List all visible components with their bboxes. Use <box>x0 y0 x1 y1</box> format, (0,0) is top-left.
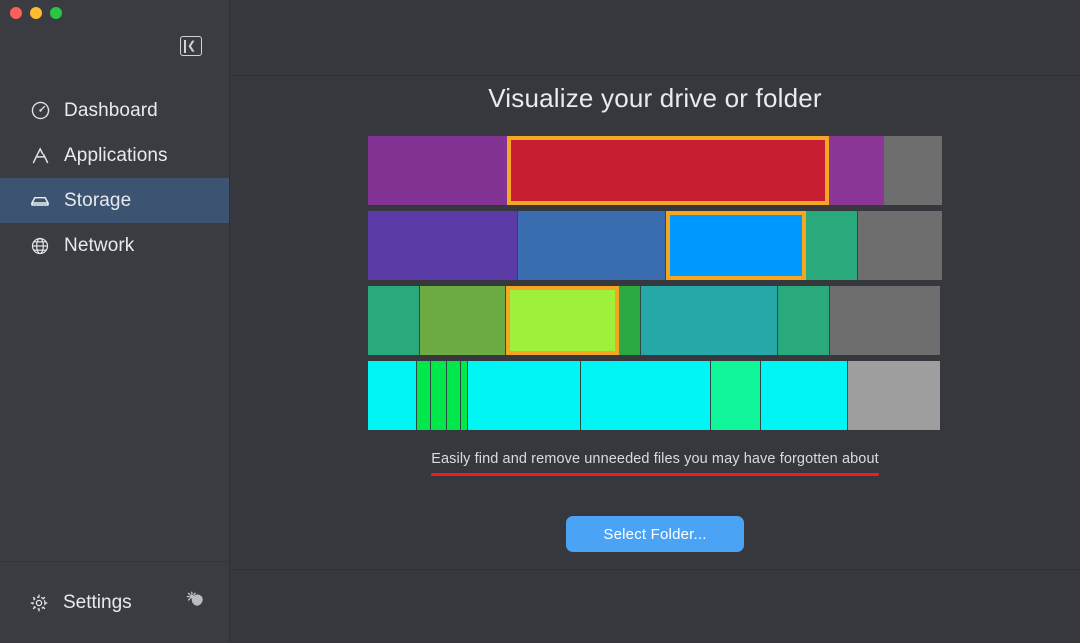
caption-text: Easily find and remove unneeded files yo… <box>431 451 879 467</box>
treemap-segment[interactable] <box>848 361 940 430</box>
sidebar-panel-icon <box>184 39 186 53</box>
applications-icon <box>28 144 52 168</box>
app-window: ❮ Dashboard Applications Storage Network… <box>0 0 1080 643</box>
treemap-segment[interactable] <box>368 136 507 205</box>
bottom-status-bar <box>230 569 1080 643</box>
window-traffic-lights <box>10 7 62 19</box>
treemap-segment[interactable] <box>806 211 858 280</box>
treemap-row <box>368 211 942 280</box>
caption-underline <box>431 473 879 476</box>
sidebar-item-network[interactable]: Network <box>0 223 229 268</box>
close-window-button[interactable] <box>10 7 22 19</box>
treemap-segment[interactable] <box>431 361 447 430</box>
main-panel: Visualize your drive or folder Easily fi… <box>230 0 1080 643</box>
sidebar-item-settings[interactable]: Settings <box>28 592 132 614</box>
sidebar-nav: Dashboard Applications Storage Network <box>0 88 229 268</box>
treemap-visualization[interactable] <box>368 136 942 430</box>
theme-toggle-button[interactable] <box>183 590 209 616</box>
sidebar-item-dashboard[interactable]: Dashboard <box>0 88 229 133</box>
treemap-segment[interactable] <box>368 361 417 430</box>
treemap-segment[interactable] <box>420 286 506 355</box>
treemap-row <box>368 361 942 430</box>
main-content: Visualize your drive or folder Easily fi… <box>230 76 1080 569</box>
sidebar: ❮ Dashboard Applications Storage Network… <box>0 0 230 643</box>
gear-icon <box>28 592 50 614</box>
settings-label: Settings <box>63 592 132 613</box>
treemap-segment[interactable] <box>461 361 468 430</box>
treemap-segment[interactable] <box>518 211 666 280</box>
treemap-segment[interactable] <box>641 286 778 355</box>
sidebar-item-label: Dashboard <box>64 100 158 121</box>
sidebar-item-storage[interactable]: Storage <box>0 178 229 223</box>
collapse-sidebar-button[interactable]: ❮ <box>180 36 202 56</box>
select-folder-button[interactable]: Select Folder... <box>566 516 744 552</box>
globe-icon <box>28 234 52 258</box>
treemap-segment[interactable] <box>829 136 884 205</box>
treemap-segment[interactable] <box>368 211 518 280</box>
treemap-segment[interactable] <box>711 361 761 430</box>
page-title: Visualize your drive or folder <box>488 83 822 113</box>
treemap-row <box>368 286 942 355</box>
treemap-segment[interactable] <box>884 136 942 205</box>
drive-icon <box>28 189 52 213</box>
treemap-segment[interactable] <box>778 286 830 355</box>
gauge-icon <box>28 99 52 123</box>
chevron-left-icon: ❮ <box>187 39 197 52</box>
minimize-window-button[interactable] <box>30 7 42 19</box>
treemap-segment[interactable] <box>447 361 461 430</box>
sun-moon-icon <box>184 588 208 617</box>
sidebar-item-label: Network <box>64 235 135 256</box>
treemap-segment[interactable] <box>858 211 942 280</box>
treemap-segment-selected[interactable] <box>506 286 619 355</box>
maximize-window-button[interactable] <box>50 7 62 19</box>
treemap-row <box>368 136 942 205</box>
treemap-segment[interactable] <box>619 286 641 355</box>
treemap-segment-selected[interactable] <box>507 136 829 205</box>
sidebar-footer: Settings <box>0 561 229 643</box>
sidebar-item-label: Applications <box>64 145 168 166</box>
top-toolbar <box>230 0 1080 76</box>
caption-block: Easily find and remove unneeded files yo… <box>431 451 879 476</box>
treemap-segment-selected[interactable] <box>666 211 806 280</box>
sidebar-item-label: Storage <box>64 190 132 211</box>
treemap-segment[interactable] <box>468 361 581 430</box>
sidebar-item-applications[interactable]: Applications <box>0 133 229 178</box>
treemap-segment[interactable] <box>761 361 848 430</box>
treemap-segment[interactable] <box>830 286 940 355</box>
treemap-segment[interactable] <box>368 286 420 355</box>
treemap-segment[interactable] <box>581 361 711 430</box>
treemap-segment[interactable] <box>417 361 431 430</box>
